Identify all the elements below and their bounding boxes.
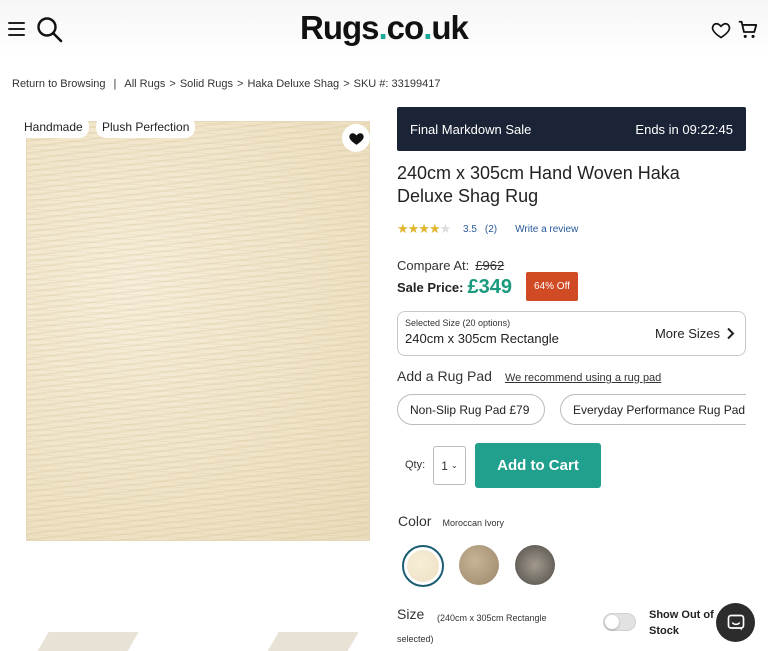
sale-price: Sale Price: £349 [397, 276, 512, 299]
thumbnail-image[interactable] [31, 632, 139, 651]
more-sizes-label: More Sizes [654, 326, 720, 341]
tag-handmade: Handmade [18, 116, 89, 138]
chat-bubble-icon[interactable] [716, 603, 755, 642]
color-swatch-grey-black[interactable] [515, 545, 555, 585]
color-header: Color Moroccan Ivory [398, 513, 504, 529]
rug-pad-title: Add a Rug Pad [397, 368, 492, 384]
breadcrumb-separator: > [343, 78, 350, 90]
product-rating: ★★★★★ ★★★★★ 3.5 (2) Write a review [397, 222, 578, 236]
star-rating-icon: ★★★★★ ★★★★★ [397, 221, 451, 236]
breadcrumb-divider: | [113, 78, 117, 90]
show-out-of-stock-toggle[interactable] [603, 613, 636, 631]
breadcrumb-item-solid-rugs[interactable]: Solid Rugs [180, 78, 233, 90]
discount-badge: 64% Off [526, 272, 578, 301]
heart-filled-icon[interactable] [342, 124, 370, 152]
sale-price-value: £349 [467, 276, 513, 298]
hamburger-menu-icon[interactable] [8, 22, 25, 37]
breadcrumb: Return to Browsing | All Rugs > Solid Rugs > H… [12, 78, 440, 90]
chevron-down-icon: ⌄ [450, 461, 458, 470]
tag-plush-perfection: Plush Perfection [96, 116, 196, 138]
rug-pad-option-non-slip[interactable]: Non-Slip Rug Pad £79 [397, 394, 545, 425]
rating-count[interactable]: (2) [485, 224, 497, 235]
color-swatch-moroccan-ivory[interactable] [402, 545, 444, 587]
breadcrumb-item-haka-deluxe-shag[interactable]: Haka Deluxe Shag [247, 78, 339, 90]
quantity-value: 1 [441, 458, 448, 473]
breadcrumb-separator: > [169, 78, 176, 90]
compare-price-value: £962 [475, 258, 505, 273]
color-swatch-beige-brown[interactable] [459, 545, 499, 585]
sale-countdown: Ends in 09:22:45 [635, 121, 733, 137]
sku-label: SKU #: 33199417 [353, 78, 441, 90]
site-logo[interactable]: Rugs.co.uk [300, 9, 469, 47]
sale-banner: Final Markdown Sale Ends in 09:22:45 [397, 107, 746, 151]
breadcrumb-item-all-rugs[interactable]: All Rugs [124, 78, 165, 90]
search-icon[interactable] [36, 16, 64, 44]
rating-value: 3.5 [463, 223, 477, 235]
more-sizes-button[interactable]: More Sizes [655, 326, 735, 341]
size-selector[interactable]: Selected Size (20 options) 240cm x 305cm… [397, 311, 746, 356]
show-out-of-stock-label: Show Out of Stock [649, 609, 714, 637]
rug-pad-option-everyday-performance[interactable]: Everyday Performance Rug Pad [560, 394, 746, 425]
rug-pad-header: Add a Rug Pad We recommend using a rug p… [397, 368, 661, 384]
breadcrumb-separator: > [237, 78, 244, 90]
product-title: 240cm x 305cm Hand Woven Haka Deluxe Sha… [397, 163, 680, 206]
write-review-link[interactable]: Write a review [515, 224, 578, 235]
compare-price: Compare At: £962 [397, 258, 504, 273]
product-image[interactable] [26, 121, 370, 541]
rug-pad-recommend-link[interactable]: We recommend using a rug pad [505, 372, 661, 384]
heart-icon[interactable] [711, 20, 731, 40]
compare-label: Compare At: [397, 258, 470, 273]
sale-banner-label: Final Markdown Sale [410, 121, 532, 137]
size-selected-note: (240cm x 305cm Rectangle selected) [397, 613, 547, 644]
sale-price-label: Sale Price: [397, 280, 464, 295]
cart-icon[interactable] [737, 19, 759, 41]
site-header: Rugs.co.uk [0, 0, 768, 60]
thumbnail-image[interactable] [261, 632, 359, 651]
quantity-label: Qty: [405, 459, 426, 471]
chevron-right-icon [727, 327, 735, 340]
color-value: Moroccan Ivory [442, 518, 504, 528]
add-to-cart-button[interactable]: Add to Cart [475, 443, 601, 488]
color-title: Color [398, 513, 432, 529]
return-to-browsing-link[interactable]: Return to Browsing [12, 78, 106, 90]
quantity-select[interactable]: 1 ⌄ [433, 446, 466, 485]
